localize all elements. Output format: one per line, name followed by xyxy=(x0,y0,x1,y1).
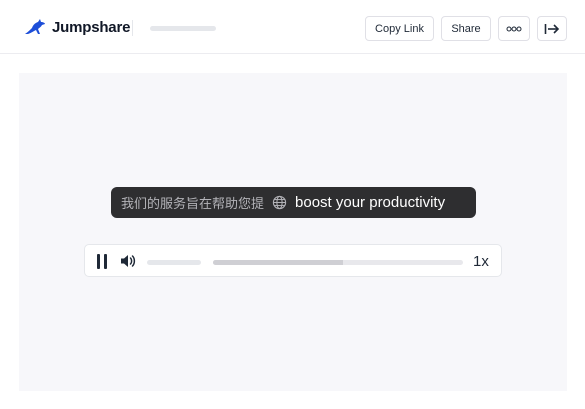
caption-translated-text: boost your productivity xyxy=(295,194,446,211)
progress-fill xyxy=(213,260,343,265)
more-options-button[interactable] xyxy=(498,16,530,41)
exit-button[interactable] xyxy=(537,16,567,41)
volume-slider[interactable] xyxy=(147,260,201,265)
jumpshare-logo[interactable]: Jumpshare xyxy=(24,17,130,37)
pause-icon[interactable] xyxy=(95,254,109,269)
share-label: Share xyxy=(451,22,481,35)
audio-player: 1x xyxy=(84,244,502,277)
title-placeholder xyxy=(150,26,216,31)
kangaroo-icon xyxy=(25,19,45,34)
playback-speed-button[interactable]: 1x xyxy=(473,253,489,270)
globe-icon xyxy=(272,195,287,210)
progress-bar[interactable] xyxy=(213,260,463,265)
exit-arrow-icon xyxy=(544,23,560,34)
share-button[interactable]: Share xyxy=(441,16,491,41)
top-bar: Jumpshare Copy Link Share xyxy=(0,0,585,54)
copy-link-label: Copy Link xyxy=(375,22,424,35)
copy-link-button[interactable]: Copy Link xyxy=(365,16,434,41)
logo-text: Jumpshare xyxy=(52,18,131,36)
video-stage[interactable] xyxy=(19,73,567,391)
volume-icon[interactable] xyxy=(120,253,136,269)
caption-source-text: 我们的服务旨在帮助您提 xyxy=(121,197,265,212)
more-dots-icon xyxy=(506,26,522,31)
header-divider xyxy=(132,20,133,36)
translated-caption: 我们的服务旨在帮助您提 boost your productivity xyxy=(111,187,476,218)
